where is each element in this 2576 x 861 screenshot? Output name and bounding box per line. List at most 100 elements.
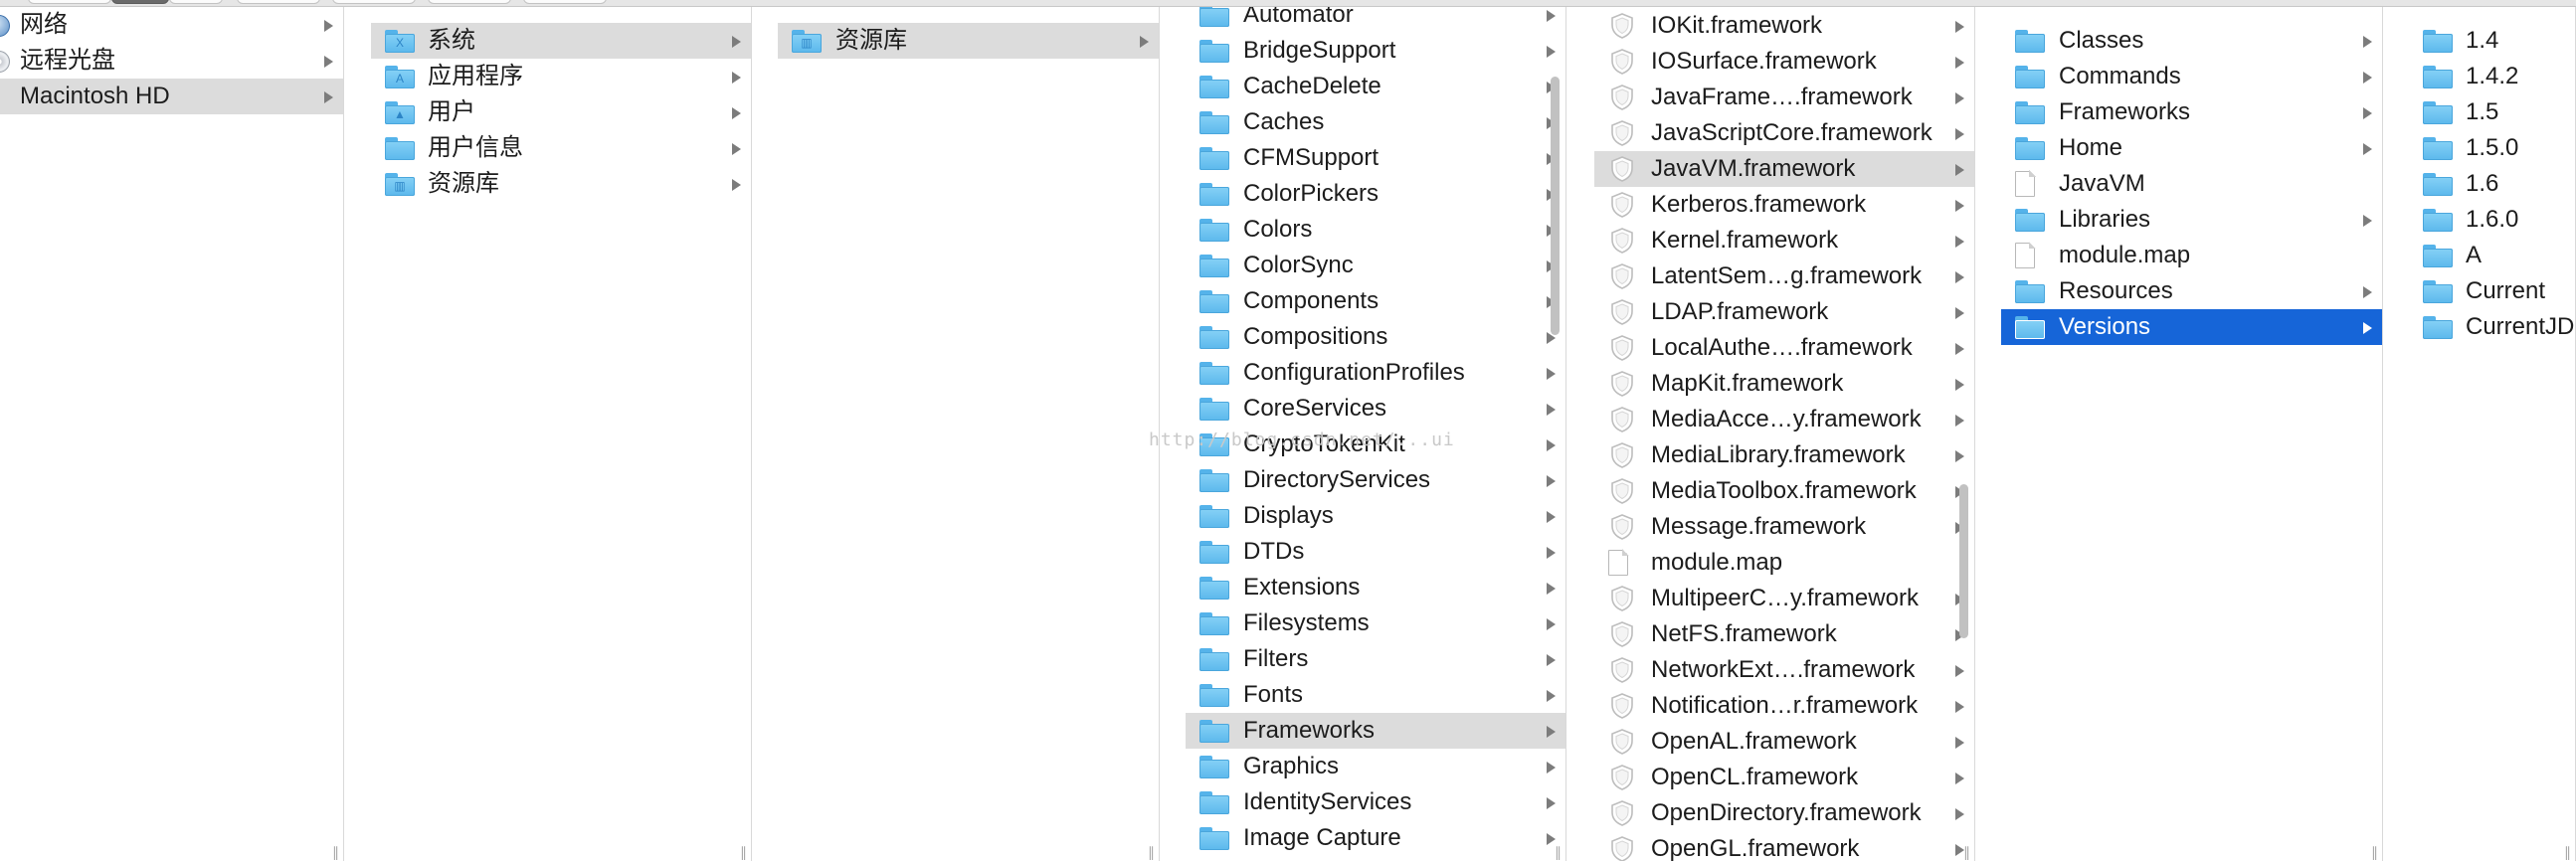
list-item[interactable]: ▲ 用户 bbox=[371, 94, 751, 130]
view-column-button[interactable] bbox=[111, 0, 169, 4]
tag-button[interactable] bbox=[523, 0, 607, 4]
list-item[interactable]: MediaLibrary.framework bbox=[1594, 437, 1974, 473]
action-button[interactable] bbox=[332, 0, 416, 4]
column-resize-handle[interactable]: ∥ bbox=[2371, 845, 2378, 859]
list-item[interactable]: MultipeerC…y.framework bbox=[1594, 581, 1974, 616]
list-item[interactable]: Filters bbox=[1186, 641, 1565, 677]
list-item[interactable]: JavaVM.framework bbox=[1594, 151, 1974, 187]
list-item[interactable]: IOKit.framework bbox=[1594, 8, 1974, 44]
list-item[interactable]: 1.6.0 bbox=[2409, 202, 2575, 238]
list-item[interactable]: CFMSupport bbox=[1186, 140, 1565, 176]
list-item[interactable]: A bbox=[2409, 238, 2575, 273]
list-item[interactable]: Displays bbox=[1186, 498, 1565, 534]
browser-column-6[interactable]: Classes Commands Frameworks Home JavaVM Libra… bbox=[2001, 7, 2383, 861]
column-resize-handle[interactable]: ∥ bbox=[1555, 845, 1562, 859]
arrange-button[interactable] bbox=[237, 0, 320, 4]
column-resize-handle[interactable]: ∥ bbox=[740, 845, 747, 859]
list-item[interactable]: Components bbox=[1186, 283, 1565, 319]
list-item[interactable]: 1.4 bbox=[2409, 23, 2575, 59]
list-item[interactable]: Commands bbox=[2001, 59, 2382, 94]
list-item[interactable]: NetFS.framework bbox=[1594, 616, 1974, 652]
list-item[interactable]: IdentityServices bbox=[1186, 784, 1565, 820]
list-item[interactable]: MediaAcce…y.framework bbox=[1594, 402, 1974, 437]
list-item[interactable]: Versions bbox=[2001, 309, 2382, 345]
list-item[interactable]: Compositions bbox=[1186, 319, 1565, 355]
list-item[interactable]: 用户信息 bbox=[371, 130, 751, 166]
share-button[interactable] bbox=[428, 0, 511, 4]
list-item[interactable]: Extensions bbox=[1186, 570, 1565, 605]
list-item[interactable]: NetworkExt….framework bbox=[1594, 652, 1974, 688]
list-item[interactable]: OpenGL.framework bbox=[1594, 831, 1974, 861]
list-item[interactable]: MapKit.framework bbox=[1594, 366, 1974, 402]
list-item[interactable]: JavaScriptCore.framework bbox=[1594, 115, 1974, 151]
list-item[interactable]: Notification…r.framework bbox=[1594, 688, 1974, 724]
list-item[interactable]: OpenAL.framework bbox=[1594, 724, 1974, 760]
list-item[interactable]: 1.5.0 bbox=[2409, 130, 2575, 166]
list-item[interactable]: JavaFrame….framework bbox=[1594, 80, 1974, 115]
browser-column-1[interactable]: 网络 远程光盘 Macintosh HD ∥ bbox=[0, 7, 344, 861]
chevron-right-icon bbox=[324, 91, 333, 103]
list-item[interactable]: CacheDelete bbox=[1186, 69, 1565, 104]
list-item[interactable]: ▥ 资源库 bbox=[371, 166, 751, 202]
column-resize-handle[interactable]: ∥ bbox=[1963, 845, 1970, 859]
framework-icon bbox=[1608, 119, 1636, 147]
list-item[interactable]: Fonts bbox=[1186, 677, 1565, 713]
list-item[interactable]: Frameworks bbox=[1186, 713, 1565, 749]
list-item[interactable]: Colors bbox=[1186, 212, 1565, 248]
list-item[interactable]: Kerberos.framework bbox=[1594, 187, 1974, 223]
list-item[interactable]: Macintosh HD bbox=[0, 79, 343, 114]
list-item[interactable]: 1.5 bbox=[2409, 94, 2575, 130]
list-item[interactable]: 远程光盘 bbox=[0, 43, 343, 79]
list-item[interactable]: CurrentJDK bbox=[2409, 309, 2575, 345]
view-coverflow-button[interactable] bbox=[169, 0, 223, 4]
list-item[interactable]: Classes bbox=[2001, 23, 2382, 59]
list-item[interactable]: 网络 bbox=[0, 7, 343, 43]
list-item[interactable]: Home bbox=[2001, 130, 2382, 166]
list-item[interactable]: Kernel.framework bbox=[1594, 223, 1974, 258]
column-resize-handle[interactable]: ∥ bbox=[332, 845, 339, 859]
list-item[interactable]: DTDs bbox=[1186, 534, 1565, 570]
list-item[interactable]: IOSurface.framework bbox=[1594, 44, 1974, 80]
list-item[interactable]: ConfigurationProfiles bbox=[1186, 355, 1565, 391]
list-item[interactable]: 1.6 bbox=[2409, 166, 2575, 202]
list-item[interactable]: LDAP.framework bbox=[1594, 294, 1974, 330]
column-resize-handle[interactable]: ∥ bbox=[2564, 845, 2571, 859]
list-item[interactable]: 1.4.2 bbox=[2409, 59, 2575, 94]
list-item[interactable]: DirectoryServices bbox=[1186, 462, 1565, 498]
list-item[interactable]: X 系统 bbox=[371, 23, 751, 59]
list-item[interactable]: Graphics bbox=[1186, 749, 1565, 784]
list-item[interactable]: module.map bbox=[1594, 545, 1974, 581]
list-item[interactable]: LocalAuthe….framework bbox=[1594, 330, 1974, 366]
list-item[interactable]: Libraries bbox=[2001, 202, 2382, 238]
list-item[interactable]: BridgeSupport bbox=[1186, 33, 1565, 69]
list-item[interactable]: MediaToolbox.framework bbox=[1594, 473, 1974, 509]
scrollbar-thumb[interactable] bbox=[1959, 484, 1968, 638]
browser-column-5[interactable]: IOKit.framework IOSurface.framework JavaFr… bbox=[1594, 7, 1975, 861]
list-item[interactable]: Automator bbox=[1186, 7, 1565, 33]
list-item[interactable]: ColorPickers bbox=[1186, 176, 1565, 212]
list-item[interactable]: LatentSem…g.framework bbox=[1594, 258, 1974, 294]
view-icon-button[interactable] bbox=[28, 0, 111, 4]
list-item[interactable]: module.map bbox=[2001, 238, 2382, 273]
list-item[interactable]: Caches bbox=[1186, 104, 1565, 140]
list-item[interactable]: Frameworks bbox=[2001, 94, 2382, 130]
chevron-right-icon bbox=[324, 20, 333, 32]
list-item[interactable]: Current bbox=[2409, 273, 2575, 309]
list-item[interactable]: OpenDirectory.framework bbox=[1594, 795, 1974, 831]
column-resize-handle[interactable]: ∥ bbox=[1148, 845, 1155, 859]
list-item[interactable]: A 应用程序 bbox=[371, 59, 751, 94]
list-item[interactable]: ColorSync bbox=[1186, 248, 1565, 283]
list-item[interactable]: OpenCL.framework bbox=[1594, 760, 1974, 795]
list-item[interactable]: Message.framework bbox=[1594, 509, 1974, 545]
list-item[interactable]: Filesystems bbox=[1186, 605, 1565, 641]
list-item[interactable]: JavaVM bbox=[2001, 166, 2382, 202]
scrollbar-thumb[interactable] bbox=[1551, 77, 1560, 335]
list-item[interactable]: Resources bbox=[2001, 273, 2382, 309]
list-item[interactable]: CoreServices bbox=[1186, 391, 1565, 427]
browser-column-3[interactable]: ▥ 资源库 ∥ bbox=[778, 7, 1160, 861]
browser-column-2[interactable]: X 系统 A 应用程序 ▲ 用户 用户信息 ▥ 资源库 ∥ bbox=[371, 7, 752, 861]
browser-column-7[interactable]: 1.4 1.4.2 1.5 1.5.0 1.6 1.6.0 A Current CurrentJ… bbox=[2409, 7, 2576, 861]
list-item[interactable]: ▥ 资源库 bbox=[778, 23, 1159, 59]
folder-icon bbox=[1199, 398, 1229, 421]
list-item[interactable]: Image Capture bbox=[1186, 820, 1565, 856]
